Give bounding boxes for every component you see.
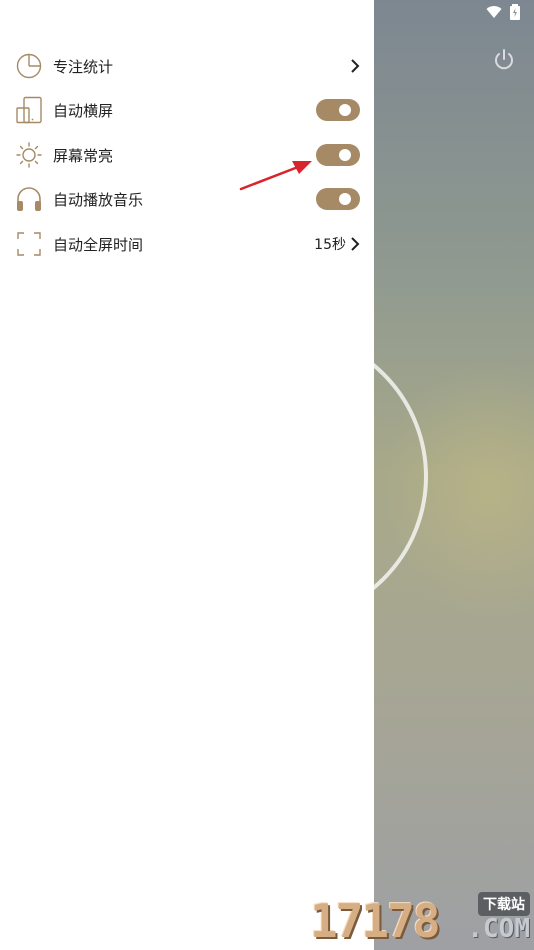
menu-item-auto-fullscreen-time[interactable]: 自动全屏时间 15秒 [14,226,360,262]
chevron-right-icon [351,237,360,251]
watermark-domain: .COM [467,914,530,944]
menu-item-label: 自动全屏时间 [53,235,144,254]
screen-always-on-toggle[interactable] [316,144,360,166]
auto-landscape-toggle[interactable] [316,99,360,121]
menu-item-focus-stats[interactable]: 专注统计 [14,48,360,84]
status-bar [486,4,520,20]
watermark-number: 17178 [310,894,440,948]
toggle-knob [339,149,351,161]
battery-icon [510,4,520,20]
toggle-knob [339,193,351,205]
auto-play-music-toggle[interactable] [316,188,360,210]
wifi-icon [486,6,502,19]
menu-item-auto-landscape[interactable]: 自动横屏 [14,92,360,128]
fullscreen-time-value: 15秒 [314,237,346,253]
brightness-icon [14,140,44,170]
menu-item-label: 专注统计 [53,57,114,76]
rotate-screen-icon [14,95,44,125]
fullscreen-icon [14,229,44,259]
chevron-right-icon [351,59,360,73]
power-icon[interactable] [492,48,516,72]
annotation-arrow [239,161,312,191]
watermark-badge: 下载站 [478,892,530,916]
settings-drawer: 专注统计 自动横屏 屏幕常亮 自动播放音乐 自动全屏时间 15秒 [0,0,374,950]
toggle-knob [339,104,351,116]
pie-chart-icon [14,51,44,81]
site-watermark: 17178 下载站 .COM [310,888,532,948]
menu-item-label: 自动横屏 [53,101,114,120]
headphones-icon [14,184,44,214]
